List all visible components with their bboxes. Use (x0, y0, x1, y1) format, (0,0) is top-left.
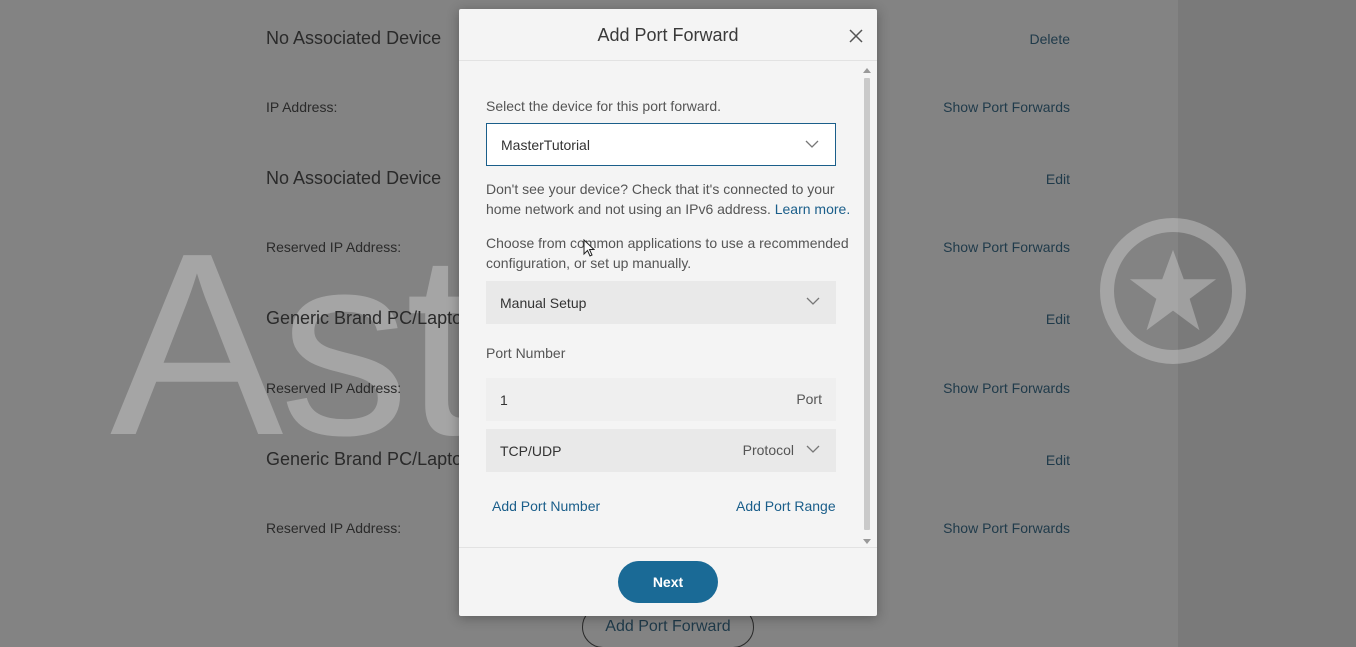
device-select-value: MasterTutorial (501, 136, 590, 153)
mouse-cursor-icon (583, 239, 595, 257)
close-icon[interactable] (845, 25, 867, 47)
add-port-number-link[interactable]: Add Port Number (492, 498, 600, 514)
chevron-down-icon (805, 140, 819, 148)
device-name: Generic Brand PC/Laptop (266, 449, 473, 469)
show-port-forwards-link[interactable]: Show Port Forwards (943, 380, 1070, 396)
ip-label: Reserved IP Address: (266, 239, 402, 255)
select-device-prompt: Select the device for this port forward. (486, 98, 721, 114)
chevron-down-icon (806, 445, 820, 453)
device-name: Generic Brand PC/Laptop (266, 308, 473, 328)
dialog-footer: Next (459, 547, 877, 616)
device-name: No Associated Device (266, 168, 442, 188)
add-port-range-link[interactable]: Add Port Range (736, 498, 836, 514)
port-suffix-label: Port (796, 391, 822, 407)
edit-link[interactable]: Edit (1046, 311, 1070, 327)
show-port-forwards-link[interactable]: Show Port Forwards (943, 520, 1070, 536)
delete-link[interactable]: Delete (1030, 31, 1070, 47)
next-button[interactable]: Next (618, 561, 718, 603)
dialog-body: Select the device for this port forward.… (459, 62, 877, 546)
protocol-label: Protocol (742, 442, 794, 458)
port-number-value: 1 (500, 391, 508, 408)
chevron-down-icon (806, 297, 820, 305)
protocol-select[interactable]: TCP/UDP Protocol (486, 429, 836, 472)
application-select-value: Manual Setup (500, 294, 587, 311)
ip-label: Reserved IP Address: (266, 380, 402, 396)
show-port-forwards-link[interactable]: Show Port Forwards (943, 99, 1070, 115)
learn-more-link[interactable]: Learn more. (775, 201, 850, 217)
device-select[interactable]: MasterTutorial (486, 123, 836, 166)
scroll-down-arrow-icon[interactable] (863, 539, 871, 544)
device-help-line-1: Don't see your device? Check that it's c… (486, 181, 835, 197)
device-name: No Associated Device (266, 28, 442, 48)
edit-link[interactable]: Edit (1046, 452, 1070, 468)
port-number-input[interactable]: 1 Port (486, 378, 836, 421)
port-number-label: Port Number (486, 345, 566, 361)
dialog-header: Add Port Forward (459, 9, 877, 61)
device-help-text: home network and not using an IPv6 addre… (486, 201, 771, 217)
ip-label: IP Address: (266, 99, 338, 115)
dialog-scrollbar[interactable] (862, 68, 872, 546)
add-port-forward-dialog: Add Port Forward Select the device for t… (459, 9, 877, 616)
show-port-forwards-link[interactable]: Show Port Forwards (943, 239, 1070, 255)
protocol-select-value: TCP/UDP (500, 442, 562, 459)
dialog-title: Add Port Forward (597, 25, 739, 45)
application-select[interactable]: Manual Setup (486, 281, 836, 324)
choose-app-line-1: Choose from common applications to use a… (486, 235, 849, 251)
ip-label: Reserved IP Address: (266, 520, 402, 536)
edit-link[interactable]: Edit (1046, 171, 1070, 187)
scroll-up-arrow-icon[interactable] (863, 68, 871, 73)
scroll-thumb[interactable] (864, 78, 870, 530)
device-help-line-2: home network and not using an IPv6 addre… (486, 199, 850, 219)
